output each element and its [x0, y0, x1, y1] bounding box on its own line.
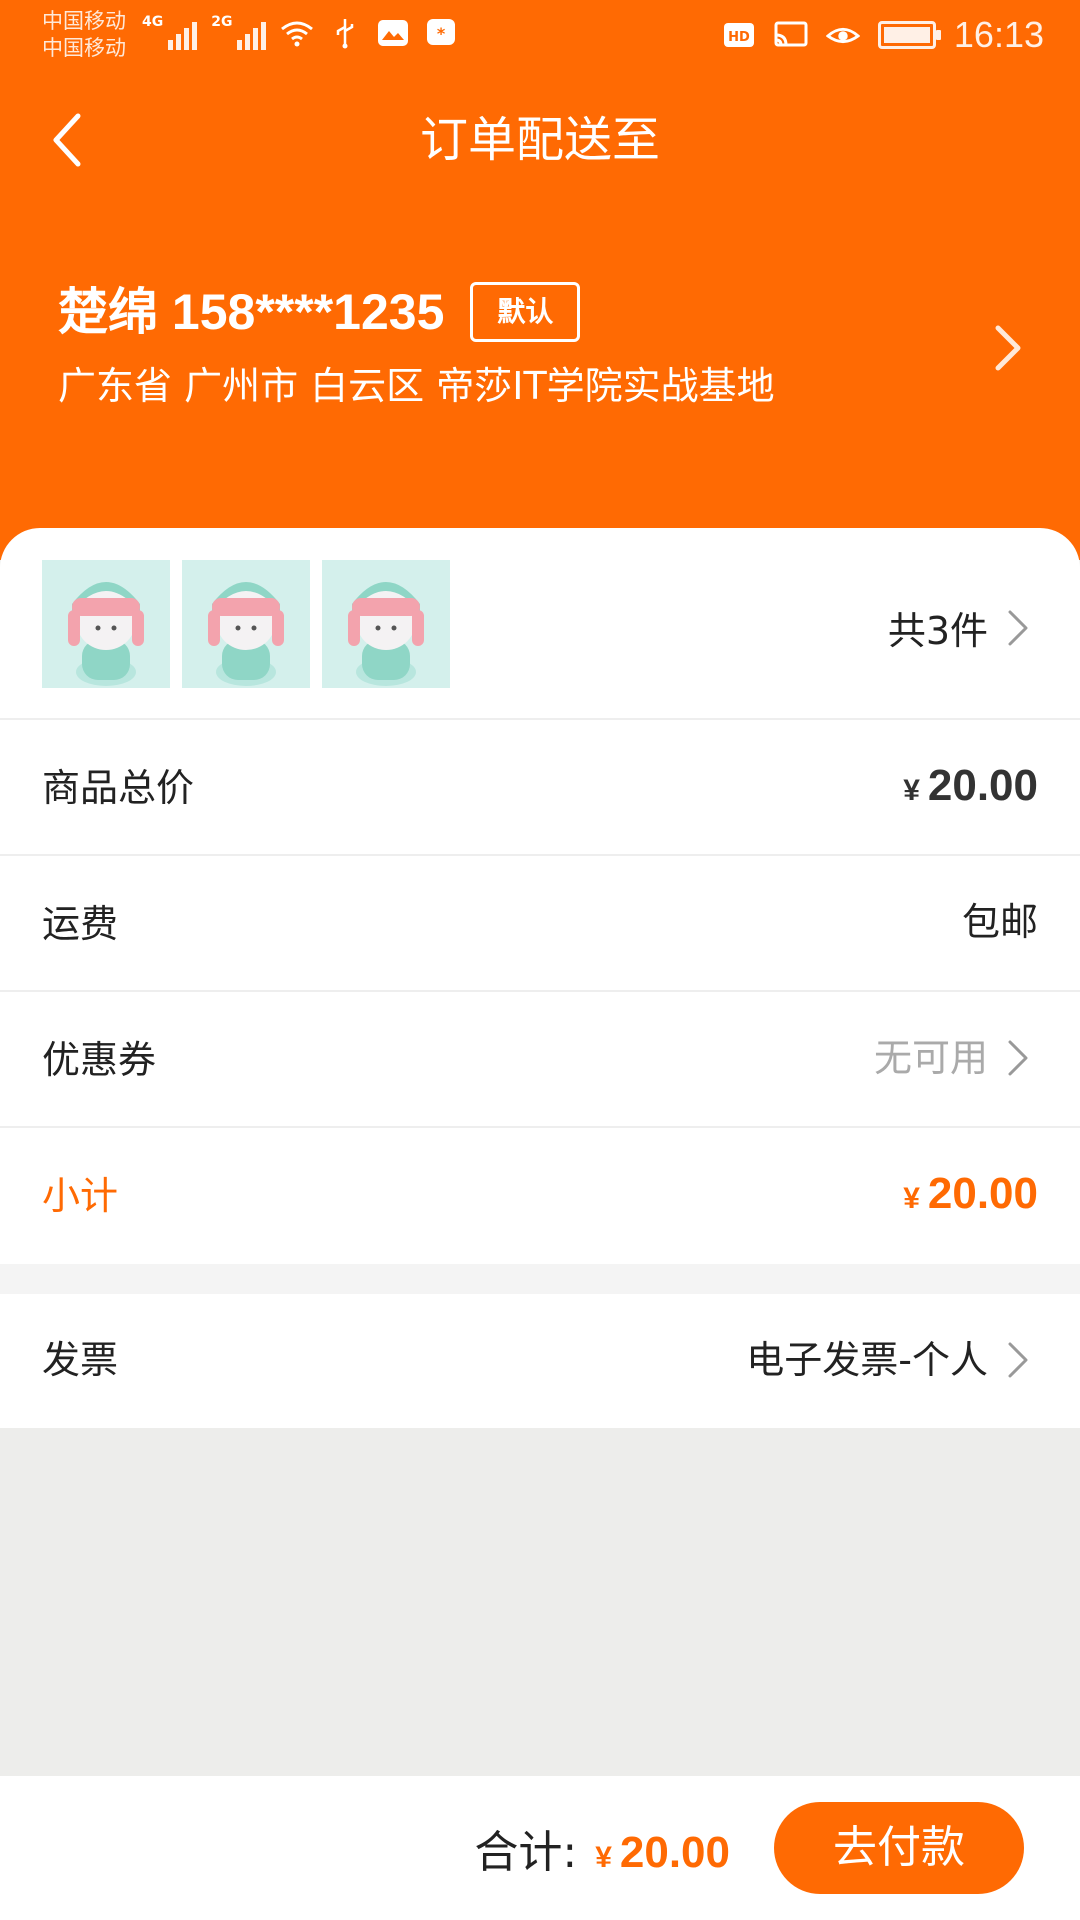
nav-bar: 订单配送至 — [0, 90, 1080, 190]
eye-comfort-icon — [825, 18, 860, 52]
product-thumbnails — [42, 560, 450, 688]
total-amount: 20.00 — [619, 1828, 730, 1877]
currency-symbol: ¥ — [903, 774, 920, 807]
goods-total-row: 商品总价 ¥20.00 — [0, 720, 1080, 856]
product-thumbnail[interactable] — [182, 560, 310, 688]
subtotal-value: ¥20.00 — [903, 1168, 1038, 1225]
chevron-right-icon — [1008, 1040, 1028, 1076]
total-label: 合计: — [474, 1827, 578, 1878]
usb-icon — [328, 16, 362, 50]
invoice-label: 发票 — [42, 1338, 119, 1382]
status-icons-left: 4G 2G * — [142, 14, 458, 50]
signal-4g-icon: 4G — [142, 14, 198, 50]
total-price: ¥20.00 — [595, 1828, 730, 1878]
svg-text:*: * — [437, 24, 446, 43]
delivery-address-card[interactable]: 楚绵 158****1235 默认 广东省 广州市 白云区 帝莎IT学院实战基地 — [0, 260, 1080, 430]
invoice-value: 电子发票-个人 — [746, 1338, 988, 1382]
shipping-label: 运费 — [42, 902, 119, 946]
hd-icon: HD — [722, 18, 756, 52]
page-title: 订单配送至 — [419, 112, 660, 168]
recipient-name-phone: 楚绵 158****1235 — [58, 284, 445, 340]
signal-2g-icon: 2G — [211, 14, 267, 50]
shipping-row: 运费 包邮 — [0, 856, 1080, 992]
checkout-bar: 合计: ¥20.00 去付款 — [0, 1776, 1080, 1920]
empty-area — [0, 1428, 1080, 1776]
clock: 16:13 — [953, 14, 1044, 55]
battery-icon — [877, 21, 941, 49]
carrier-labels: 中国移动 中国移动 — [42, 8, 126, 62]
gallery-icon — [376, 16, 410, 50]
item-count-label: 共3件 — [887, 609, 988, 653]
product-list-row[interactable]: 共3件 — [0, 528, 1080, 720]
subtotal-amount: 20.00 — [927, 1169, 1038, 1218]
subtotal-row: 小计 ¥20.00 — [0, 1128, 1080, 1264]
chevron-right-icon — [1008, 1342, 1028, 1378]
chevron-right-icon — [1008, 610, 1028, 645]
invoice-value-group: 电子发票-个人 — [746, 1334, 1030, 1386]
network-type-2: 2G — [211, 14, 233, 30]
currency-symbol: ¥ — [903, 1182, 920, 1215]
goods-total-label: 商品总价 — [42, 766, 195, 810]
pay-button[interactable]: 去付款 — [774, 1802, 1024, 1894]
currency-symbol: ¥ — [595, 1841, 612, 1874]
network-type-1: 4G — [142, 14, 164, 30]
coupon-value: 无可用 — [873, 1036, 988, 1080]
status-bar: 中国移动 中国移动 4G 2G * HD 16:13 — [0, 0, 1080, 75]
goods-total-value: ¥20.00 — [903, 760, 1038, 817]
header-background: 中国移动 中国移动 4G 2G * HD 16:13 订单配送至 楚绵 158*… — [0, 0, 1080, 560]
subtotal-label: 小计 — [42, 1174, 119, 1218]
chevron-right-icon — [988, 320, 1028, 376]
address-line: 广东省 广州市 白云区 帝莎IT学院实战基地 — [58, 364, 775, 408]
svg-text:HD: HD — [728, 30, 750, 45]
coupon-value-group: 无可用 — [874, 1032, 1030, 1084]
goods-total-amount: 20.00 — [927, 761, 1038, 810]
default-badge: 默认 — [470, 282, 581, 342]
item-count[interactable]: 共3件 — [888, 600, 1030, 655]
wifi-icon — [280, 16, 314, 50]
cast-icon — [774, 18, 808, 52]
section-divider — [0, 1264, 1080, 1294]
product-thumbnail[interactable] — [322, 560, 450, 688]
invoice-row[interactable]: 发票 电子发票-个人 — [0, 1294, 1080, 1428]
status-icons-right: HD 16:13 — [722, 14, 1044, 56]
shipping-value: 包邮 — [961, 900, 1038, 944]
address-name-row: 楚绵 158****1235 默认 — [58, 280, 581, 344]
carrier-2: 中国移动 — [42, 36, 126, 60]
coupon-row[interactable]: 优惠券 无可用 — [0, 992, 1080, 1128]
order-total: 合计: ¥20.00 — [474, 1816, 730, 1880]
coupon-label: 优惠券 — [42, 1038, 157, 1082]
carrier-1: 中国移动 — [42, 9, 126, 33]
product-thumbnail[interactable] — [42, 560, 170, 688]
app-notification-icon: * — [424, 16, 458, 50]
